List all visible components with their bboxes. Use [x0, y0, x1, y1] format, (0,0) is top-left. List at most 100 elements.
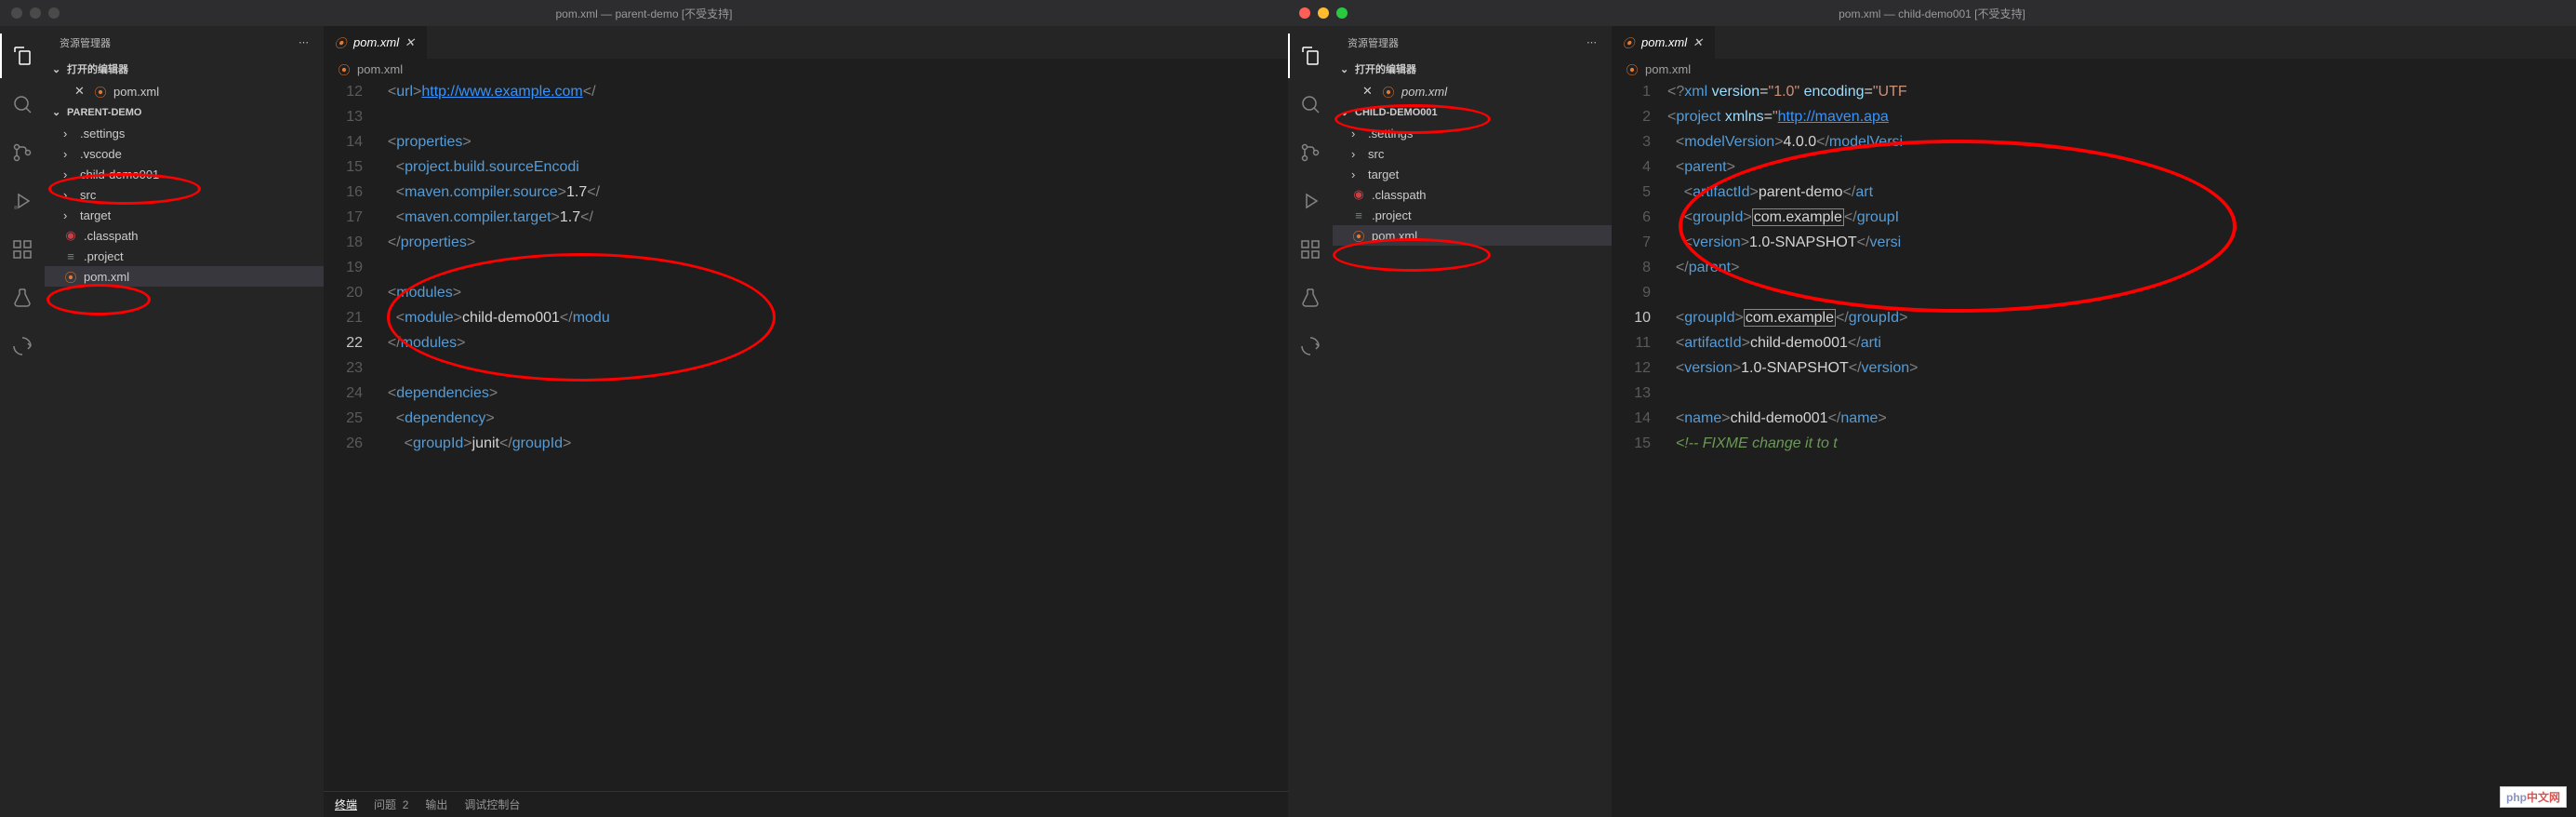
minimize-window-button[interactable] — [1318, 7, 1329, 19]
folder-child-demo[interactable]: › child-demo001 — [45, 164, 324, 184]
project-header[interactable]: ⌄ PARENT-DEMO — [45, 103, 324, 121]
folder-label: target — [80, 208, 111, 222]
chevron-right-icon: › — [63, 167, 74, 181]
explorer-sidebar: 资源管理器 ⋯ ⌄ 打开的编辑器 ✕ ⦿ pom.xml ⌄ CHILD-DEM… — [1333, 26, 1612, 817]
explorer-activity[interactable] — [1288, 33, 1333, 78]
file-label: .project — [84, 249, 124, 263]
folder-label: src — [80, 188, 96, 202]
chevron-down-icon: ⌄ — [1340, 106, 1351, 118]
java-file-icon: ◉ — [63, 228, 78, 243]
code-content[interactable]: <url>http://www.example.com</ <propertie… — [379, 79, 1288, 791]
project-name-label: PARENT-DEMO — [67, 107, 141, 118]
debug-activity[interactable] — [0, 179, 45, 223]
breadcrumb[interactable]: ⦿ pom.xml — [324, 59, 1288, 79]
file-project[interactable]: ≡ .project — [45, 246, 324, 266]
folder-src[interactable]: › src — [45, 184, 324, 205]
folder-label: .vscode — [80, 147, 122, 161]
xml-file-icon: ⦿ — [93, 83, 108, 100]
open-editors-header[interactable]: ⌄ 打开的编辑器 — [45, 59, 324, 79]
sync-activity[interactable] — [1288, 324, 1333, 368]
file-icon: ≡ — [1351, 208, 1366, 222]
explorer-more-icon[interactable]: ⋯ — [1587, 36, 1597, 48]
file-pom[interactable]: ⦿pom.xml — [1333, 225, 1612, 246]
line-gutter: 123456789101112131415 — [1612, 79, 1667, 817]
explorer-sidebar: 资源管理器 ⋯ ⌄ 打开的编辑器 ✕ ⦿ pom.xml ⌄ PARENT-DE… — [45, 26, 324, 817]
scm-activity[interactable] — [0, 130, 45, 175]
folder-target[interactable]: ›target — [45, 205, 324, 225]
folder-label: .settings — [1368, 127, 1413, 141]
open-editor-item[interactable]: ✕ ⦿ pom.xml — [45, 81, 324, 101]
folder-target[interactable]: ›target — [1333, 164, 1612, 184]
debug-activity[interactable] — [1288, 179, 1333, 223]
open-editor-item[interactable]: ✕ ⦿ pom.xml — [1333, 81, 1612, 101]
xml-file-icon: ⦿ — [337, 60, 352, 78]
folder-src[interactable]: ›src — [1333, 143, 1612, 164]
folder-settings[interactable]: ›.settings — [45, 123, 324, 143]
explorer-activity[interactable] — [0, 33, 45, 78]
breadcrumb[interactable]: ⦿ pom.xml — [1612, 59, 2576, 79]
chevron-right-icon: › — [63, 188, 74, 202]
folder-settings[interactable]: › .settings — [1333, 123, 1612, 143]
open-editor-filename: pom.xml — [1401, 85, 1447, 99]
open-editors-header[interactable]: ⌄ 打开的编辑器 — [1333, 59, 1612, 79]
window-title: pom.xml — parent-demo [不受支持] — [555, 6, 732, 21]
titlebar: pom.xml — parent-demo [不受支持] — [0, 0, 1288, 26]
activity-bar — [0, 26, 45, 817]
tab-label: pom.xml — [1641, 35, 1687, 49]
sync-activity[interactable] — [0, 324, 45, 368]
editor-tabs: ⦿ pom.xml ✕ — [1612, 26, 2576, 59]
file-label: pom.xml — [84, 270, 129, 284]
tab-pom[interactable]: ⦿ pom.xml ✕ — [324, 26, 428, 59]
code-content[interactable]: <?xml version="1.0" encoding="UTF <proje… — [1667, 79, 2576, 817]
xml-file-icon: ⦿ — [1351, 227, 1366, 245]
maximize-window-button[interactable] — [48, 7, 60, 19]
folder-vscode[interactable]: ›.vscode — [45, 143, 324, 164]
explorer-title: 资源管理器 — [1348, 35, 1399, 50]
testing-activity[interactable] — [1288, 275, 1333, 320]
line-gutter: 121314151617181920212223242526 — [324, 79, 379, 791]
file-classpath[interactable]: ◉.classpath — [1333, 184, 1612, 205]
tab-pom[interactable]: ⦿ pom.xml ✕ — [1612, 26, 1716, 59]
scm-activity[interactable] — [1288, 130, 1333, 175]
panel-debug[interactable]: 调试控制台 — [464, 797, 520, 812]
chevron-down-icon: ⌄ — [52, 106, 63, 118]
file-project[interactable]: ≡ .project — [1333, 205, 1612, 225]
xml-file-icon: ⦿ — [1621, 33, 1636, 51]
project-header[interactable]: ⌄ CHILD-DEMO001 — [1333, 103, 1612, 121]
search-activity[interactable] — [0, 82, 45, 127]
search-activity[interactable] — [1288, 82, 1333, 127]
chevron-right-icon: › — [1351, 147, 1362, 161]
open-editor-filename: pom.xml — [113, 85, 159, 99]
extensions-activity[interactable] — [1288, 227, 1333, 272]
close-icon[interactable]: ✕ — [1362, 84, 1375, 99]
folder-label: child-demo001 — [80, 167, 159, 181]
code-editor[interactable]: 123456789101112131415 <?xml version="1.0… — [1612, 79, 2576, 817]
extensions-activity[interactable] — [0, 227, 45, 272]
panel-problems[interactable]: 问题 2 — [374, 797, 408, 812]
explorer-title: 资源管理器 — [60, 35, 111, 50]
close-tab-icon[interactable]: ✕ — [1693, 35, 1706, 50]
maximize-window-button[interactable] — [1336, 7, 1348, 19]
folder-label: .settings — [80, 127, 125, 141]
close-tab-icon[interactable]: ✕ — [405, 35, 418, 50]
close-icon[interactable]: ✕ — [74, 84, 87, 99]
file-label: .project — [1372, 208, 1412, 222]
file-classpath[interactable]: ◉.classpath — [45, 225, 324, 246]
xml-file-icon: ⦿ — [333, 33, 348, 51]
testing-activity[interactable] — [0, 275, 45, 320]
close-window-button[interactable] — [11, 7, 22, 19]
panel-output[interactable]: 输出 — [425, 797, 447, 812]
minimize-window-button[interactable] — [30, 7, 41, 19]
project-name-label: CHILD-DEMO001 — [1355, 107, 1438, 118]
file-icon: ≡ — [63, 249, 78, 263]
file-pom[interactable]: ⦿pom.xml — [45, 266, 324, 287]
file-label: .classpath — [1372, 188, 1427, 202]
close-window-button[interactable] — [1299, 7, 1310, 19]
explorer-more-icon[interactable]: ⋯ — [299, 36, 309, 48]
code-editor[interactable]: 121314151617181920212223242526 <url>http… — [324, 79, 1288, 791]
breadcrumb-label: pom.xml — [1645, 62, 1691, 76]
php-watermark: php中文网 — [2500, 786, 2567, 808]
chevron-right-icon: › — [1351, 127, 1362, 141]
window-title: pom.xml — child-demo001 [不受支持] — [1839, 6, 2025, 21]
panel-terminal[interactable]: 终端 — [335, 797, 357, 812]
